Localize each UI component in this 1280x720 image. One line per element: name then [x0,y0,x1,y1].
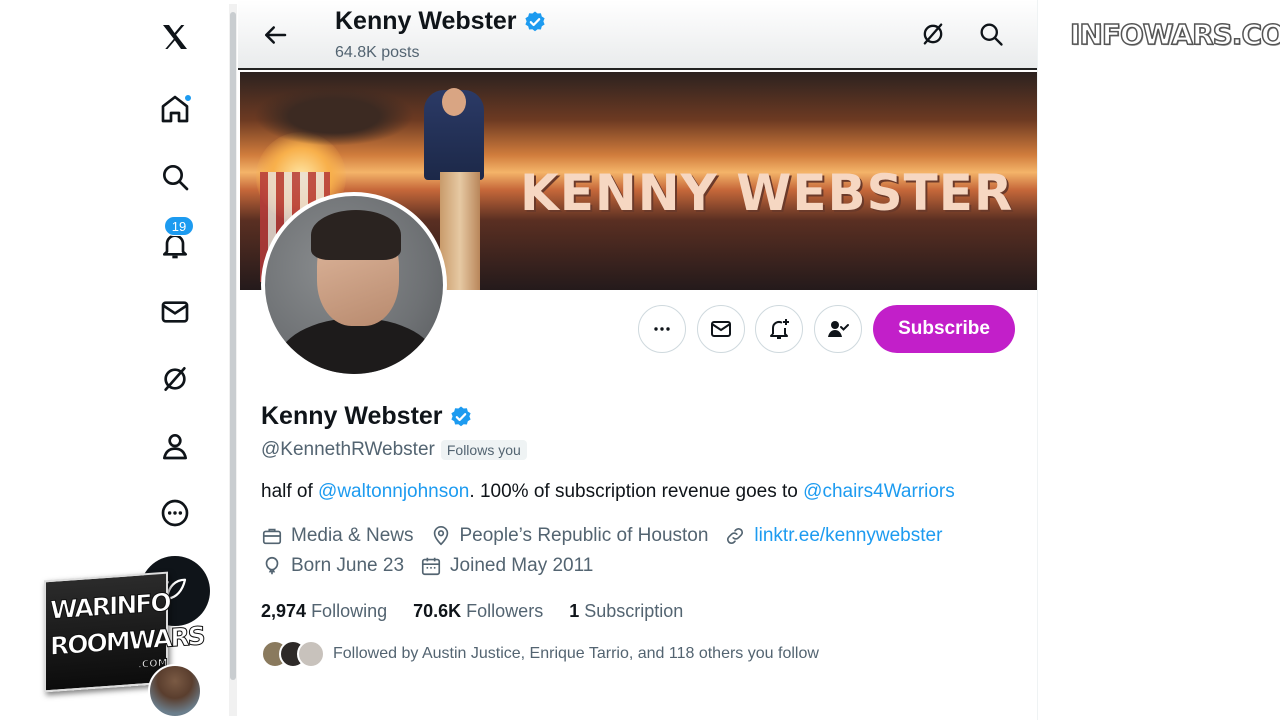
profile-birthday: Born June 23 [261,555,404,577]
avatar [297,640,325,668]
profile-avatar[interactable] [261,192,447,378]
bell-plus-icon [770,319,789,339]
verified-badge-icon [524,11,545,31]
x-logo-icon[interactable] [156,18,194,56]
profile-meta-row-1: Media & News People’s Republic of Housto… [261,525,958,547]
profile-category: Media & News [261,525,414,547]
bio-mention-chairs4warriors[interactable]: @chairs4Warriors [803,481,955,502]
header-post-count: 64.8K posts [335,44,420,61]
bio-text-middle: . 100% of subscription revenue goes to [469,481,804,502]
followers-label: Followers [466,601,544,621]
profile-location: People’s Republic of Houston [430,525,709,547]
home-icon[interactable] [156,90,194,128]
profile-stats: 2,974 Following 70.6K Followers 1 Subscr… [261,601,683,622]
new-posts-dot [184,94,192,102]
followed-by-row[interactable]: Followed by Austin Justice, Enrique Tarr… [261,640,819,668]
envelope-icon [711,321,731,337]
explore-search-icon[interactable] [156,158,194,196]
back-arrow-icon[interactable] [260,20,290,50]
profile-handle: @KennethRWebster [261,439,435,460]
more-circle-icon[interactable] [156,494,194,532]
link-icon [727,527,744,545]
profile-website-link[interactable]: linktr.ee/kennywebster [754,525,942,547]
profile-website[interactable]: linktr.ee/kennywebster [724,525,942,547]
avatar-body [277,318,437,374]
balloon-icon [265,556,279,575]
scrollbar-thumb[interactable] [230,12,236,680]
bio-text-prefix: half of [261,481,319,502]
war-room-logo-line1: WARINFO [50,587,171,625]
notify-button[interactable] [755,305,803,353]
ellipsis-icon [654,327,670,331]
verified-badge-icon[interactable] [449,405,473,429]
avatar-hair [311,210,401,260]
following-button[interactable] [814,305,862,353]
profile-joined-text: Joined May 2011 [450,555,594,576]
followed-by-avatars [261,640,325,668]
profile-bio: half of @waltonnjohnson. 100% of subscri… [261,481,955,503]
profile-header-bar: Kenny Webster 64.8K posts [238,0,1037,70]
followed-by-text: Followed by Austin Justice, Enrique Tarr… [333,645,819,662]
war-room-logo: WARINFO ROOMWARS .COM [44,571,204,693]
profile-display-name: Kenny Webster [261,402,443,430]
subscriptions-stat[interactable]: 1 Subscription [569,601,683,622]
person-check-icon [828,321,849,337]
following-stat[interactable]: 2,974 Following [261,601,387,622]
banner-speaker-head [442,88,466,116]
profile-joined: Joined May 2011 [420,555,593,577]
calendar-icon [421,557,441,576]
following-count: 2,974 [261,601,307,621]
grok-header-icon[interactable] [919,20,947,48]
banner-title-text: KENNY WEBSTER [520,164,1014,222]
notifications-bell-icon[interactable]: 19 [156,216,194,264]
subscription-count: 1 [569,601,580,621]
followers-count: 70.6K [413,601,462,621]
profile-category-text: Media & News [291,525,414,546]
host-avatar [148,664,202,718]
profile-handle-row: @KennethRWebster Follows you [261,439,527,461]
followers-stat[interactable]: 70.6K Followers [413,601,543,622]
subscribe-button[interactable]: Subscribe [873,305,1015,353]
profile-person-icon[interactable] [156,427,194,465]
following-label: Following [311,601,388,621]
more-options-button[interactable] [638,305,686,353]
profile-meta-row-2: Born June 23 Joined May 2011 [261,555,609,577]
follows-you-badge: Follows you [440,440,527,460]
header-title: Kenny Webster [335,7,547,36]
header-search-icon[interactable] [977,20,1005,48]
header-name: Kenny Webster [335,7,517,35]
profile-display-name-row: Kenny Webster [261,402,473,431]
notifications-badge: 19 [164,216,194,236]
briefcase-icon [262,528,282,545]
profile-main-column: Kenny Webster 64.8K posts KENNY WEBSTER … [238,0,1038,720]
bio-mention-waltonnjohnson[interactable]: @waltonnjohnson [318,481,469,502]
messages-envelope-icon[interactable] [156,293,194,331]
infowars-watermark: INFOWARS.COM [1069,17,1280,52]
profile-location-text: People’s Republic of Houston [459,525,709,546]
message-button[interactable] [697,305,745,353]
grok-icon[interactable] [156,360,194,398]
subscription-label: Subscription [584,601,684,621]
banner-eagle [254,86,414,146]
profile-birthday-text: Born June 23 [291,555,405,576]
location-pin-icon [433,526,448,546]
